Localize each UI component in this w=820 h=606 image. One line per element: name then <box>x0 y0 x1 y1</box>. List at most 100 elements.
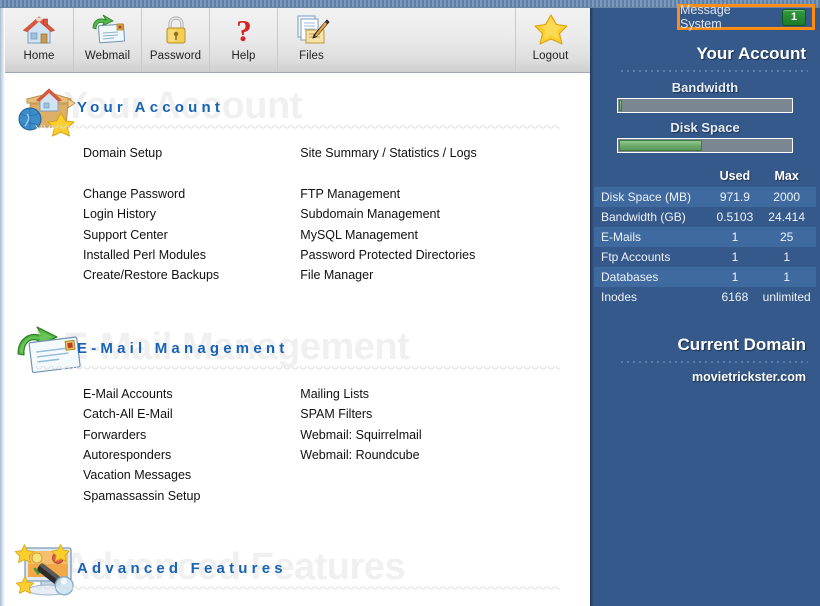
sidebar-account-heading: Your Account <box>696 44 806 63</box>
table-row: Ftp Accounts 1 1 <box>594 247 816 267</box>
current-domain-divider <box>620 360 808 364</box>
sidebar-edge-shadow <box>590 0 594 606</box>
message-system-label: Message System <box>680 3 731 31</box>
cell-name: Ftp Accounts <box>601 250 671 264</box>
section-your-account: Your Account Your Account Domain Setup C… <box>0 83 590 286</box>
cell-used: 1 <box>712 227 758 247</box>
home-icon <box>22 16 56 44</box>
link-ftp-management[interactable]: FTP Management <box>300 184 590 204</box>
link-column-right: Site Summary / Statistics / Logs FTP Man… <box>300 143 590 286</box>
link-mailing-lists[interactable]: Mailing Lists <box>300 384 590 404</box>
link-catch-all-email[interactable]: Catch-All E-Mail <box>83 404 300 424</box>
section-links: SSL Certificates Mime Types Apache Handl… <box>5 598 590 606</box>
toolbar-button-help[interactable]: ? Help <box>209 7 277 72</box>
message-count-badge: 1 <box>782 8 806 26</box>
link-column-left: E-Mail Accounts Catch-All E-Mail Forward… <box>83 384 300 506</box>
message-system-button[interactable]: Message System 1 <box>677 3 815 31</box>
link-spamassassin-setup[interactable]: Spamassassin Setup <box>83 486 300 506</box>
link-vacation-messages[interactable]: Vacation Messages <box>83 465 300 485</box>
toolbar-button-webmail[interactable]: Webmail <box>73 7 141 72</box>
cell-max: 2000 <box>757 187 816 207</box>
link-site-summary[interactable]: Site Summary / Statistics / Logs <box>300 143 590 163</box>
cell-max: 25 <box>757 227 816 247</box>
section-header: Your Account Your Account <box>5 83 590 137</box>
top-toolbar: Home Webmail Password ? Help Files Logou… <box>5 7 590 73</box>
table-body: Disk Space (MB) 971.9 2000 Bandwidth (GB) 0.… <box>594 187 816 307</box>
diskspace-label: Disk Space <box>670 120 740 135</box>
link-webmail-squirrelmail[interactable]: Webmail: Squirrelmail <box>300 425 590 445</box>
question-mark-icon: ? <box>236 13 252 48</box>
cell-used: 971.9 <box>712 187 758 207</box>
cell-used: 1 <box>712 267 758 287</box>
link-login-history[interactable]: Login History <box>83 204 300 224</box>
link-autoresponders[interactable]: Autoresponders <box>83 445 300 465</box>
link-support-center[interactable]: Support Center <box>83 225 300 245</box>
toolbar-button-password[interactable]: Password <box>141 7 209 72</box>
toolbar-label: Logout <box>532 50 569 62</box>
bandwidth-progress-bar <box>617 98 793 113</box>
section-header: Advanced Features Advanced Features <box>5 544 590 598</box>
col-header-max: Max <box>774 169 799 183</box>
cell-max: 1 <box>783 250 790 264</box>
link-email-accounts[interactable]: E-Mail Accounts <box>83 384 300 404</box>
link-change-password[interactable]: Change Password <box>83 184 300 204</box>
link-mysql-management[interactable]: MySQL Management <box>300 225 590 245</box>
right-sidebar: Your Account Bandwidth Disk Space Used M… <box>590 0 820 606</box>
cell-max: 24.414 <box>768 210 805 224</box>
link-spacer <box>300 163 590 183</box>
table-row: Disk Space (MB) 971.9 2000 <box>594 187 816 207</box>
cell-name: Disk Space (MB) <box>594 187 713 207</box>
link-column-right: Mailing Lists SPAM Filters Webmail: Squi… <box>300 384 590 506</box>
col-header-used: Used <box>719 169 751 183</box>
link-spacer <box>83 163 300 183</box>
cell-name: Inodes <box>601 290 638 304</box>
link-password-protected-directories[interactable]: Password Protected Directories <box>300 245 590 265</box>
link-create-restore-backups[interactable]: Create/Restore Backups <box>83 265 300 285</box>
section-advanced-features: Advanced Features Advanced Features <box>0 544 590 606</box>
link-installed-perl-modules[interactable]: Installed Perl Modules <box>83 245 300 265</box>
sidebar-heading-divider <box>620 69 808 73</box>
current-domain-value[interactable]: movietrickster.com <box>590 370 820 384</box>
current-domain-heading: Current Domain <box>677 335 806 354</box>
section-email-management: E-Mail Management E-Mail Management E-Ma… <box>0 324 590 506</box>
section-divider <box>35 125 560 135</box>
section-links: E-Mail Accounts Catch-All E-Mail Forward… <box>5 378 590 506</box>
table-row: Databases 1 1 <box>594 267 816 287</box>
link-domain-setup[interactable]: Domain Setup <box>83 143 300 163</box>
link-spam-filters[interactable]: SPAM Filters <box>300 404 590 424</box>
cell-used: 6168 <box>721 290 749 304</box>
link-subdomain-management[interactable]: Subdomain Management <box>300 204 590 224</box>
toolbar-button-logout[interactable]: Logout <box>515 7 585 72</box>
link-forwarders[interactable]: Forwarders <box>83 425 300 445</box>
section-title: Advanced Features <box>77 560 287 578</box>
table-header-row: Used Max <box>594 167 816 187</box>
section-header: E-Mail Management E-Mail Management <box>5 324 590 378</box>
files-pen-icon <box>297 15 330 44</box>
toolbar-button-home[interactable]: Home <box>5 7 73 72</box>
link-webmail-roundcube[interactable]: Webmail: Roundcube <box>300 445 590 465</box>
cell-used: 0.5103 <box>716 210 754 224</box>
table-row: Bandwidth (GB) 0.5103 24.414 <box>594 207 816 227</box>
webmail-icon <box>92 14 125 44</box>
section-links: Domain Setup Change Password Login Histo… <box>5 137 590 286</box>
col-header-name <box>594 167 713 187</box>
cell-max: unlimited <box>762 290 811 304</box>
table-row: Inodes 6168 unlimited <box>594 287 816 307</box>
section-title: Your Account <box>77 99 225 116</box>
link-file-manager[interactable]: File Manager <box>300 265 590 285</box>
usage-stats-table: Used Max Disk Space (MB) 971.9 2000 Bandwid… <box>594 167 816 307</box>
svg-text:?: ? <box>236 13 252 48</box>
current-domain-block: Current Domain movietrickster.com <box>590 335 820 384</box>
padlock-icon <box>166 16 185 44</box>
toolbar-button-files[interactable]: Files <box>277 7 345 72</box>
toolbar-label: Home <box>23 50 55 62</box>
toolbar-label: Webmail <box>84 50 131 62</box>
diskspace-progress-bar <box>617 138 793 153</box>
cell-name: Bandwidth (GB) <box>601 210 686 224</box>
table-row: E-Mails 1 25 <box>594 227 816 247</box>
toolbar-label: Files <box>299 50 324 62</box>
table-head: Used Max <box>594 167 816 187</box>
section-divider <box>35 365 560 376</box>
section-title: E-Mail Management <box>77 339 289 357</box>
cell-max: 1 <box>757 267 816 287</box>
